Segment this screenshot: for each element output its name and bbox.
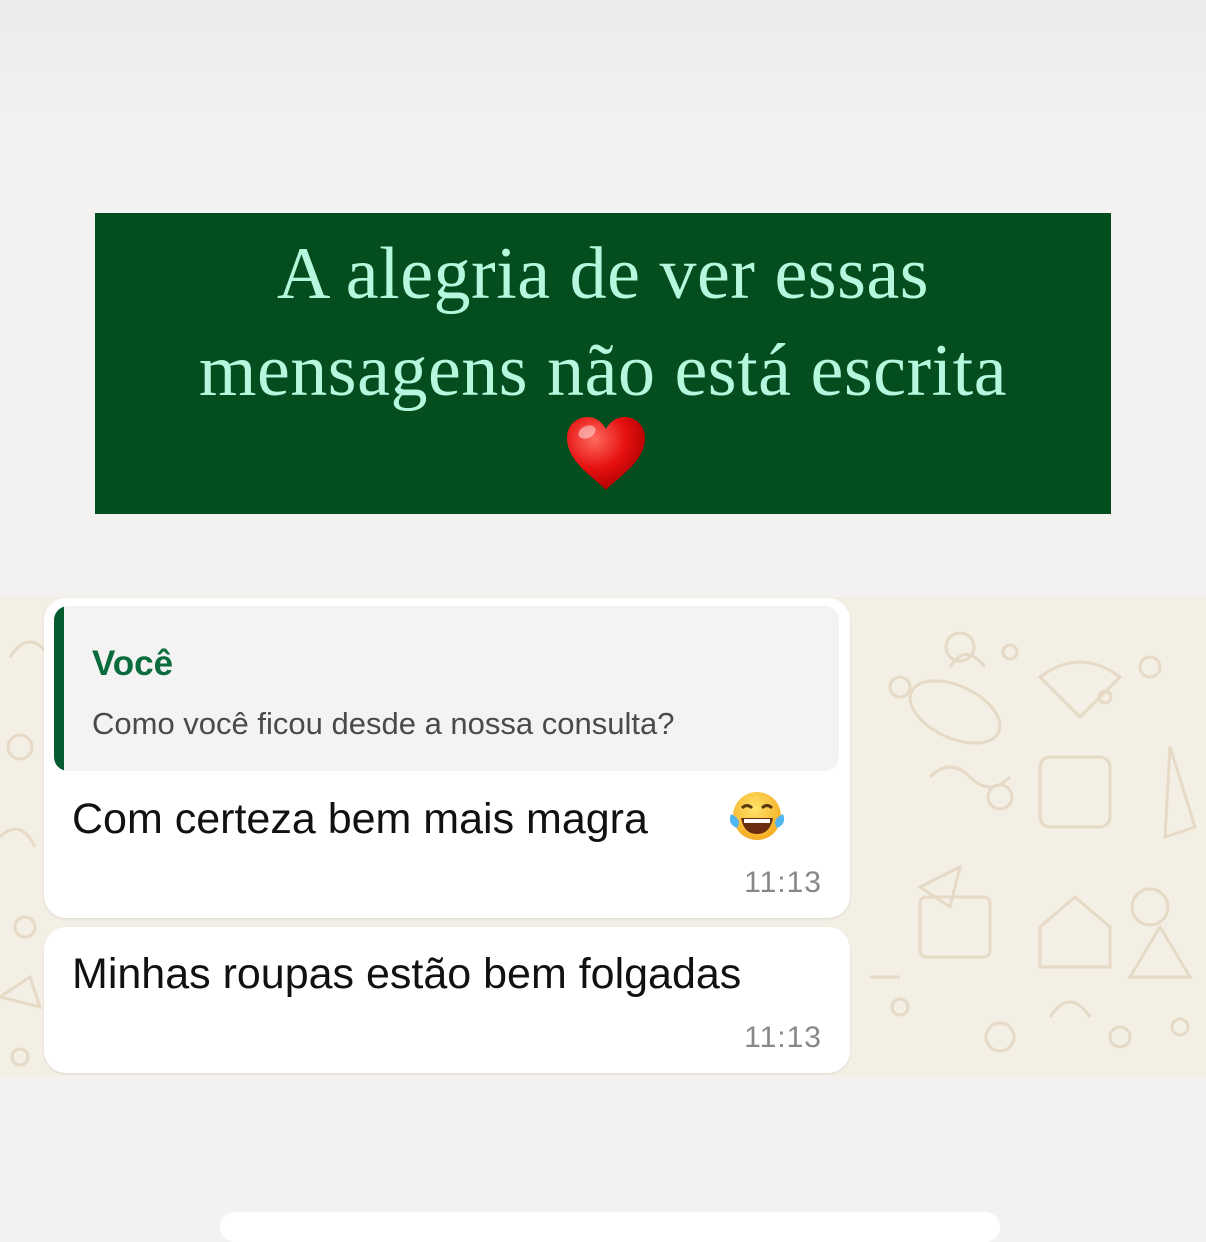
laughing-tears-emoji-icon	[729, 792, 785, 840]
red-heart-icon	[567, 417, 645, 490]
banner-line-1: A alegria de ver essas	[276, 233, 930, 315]
message-bubble[interactable]: Minhas roupas estão bem folgadas 11:13	[44, 927, 850, 1073]
banner-line-2: mensagens não está escrita	[198, 330, 1008, 412]
quoted-message[interactable]: Você Como você ficou desde a nossa consu…	[54, 606, 839, 771]
message-time: 11:13	[744, 866, 822, 899]
bottom-input-edge	[220, 1212, 1000, 1242]
message-bubble[interactable]: Você Como você ficou desde a nossa consu…	[44, 598, 850, 918]
quote-text: Como você ficou desde a nossa consulta?	[92, 706, 675, 741]
message-text: Minhas roupas estão bem folgadas	[72, 950, 742, 998]
message-text: Com certeza bem mais magra	[72, 795, 648, 843]
background-gradient	[0, 0, 1206, 130]
quote-author: Você	[92, 644, 174, 683]
message-time: 11:13	[744, 1021, 822, 1054]
quote-accent-bar	[54, 606, 64, 771]
